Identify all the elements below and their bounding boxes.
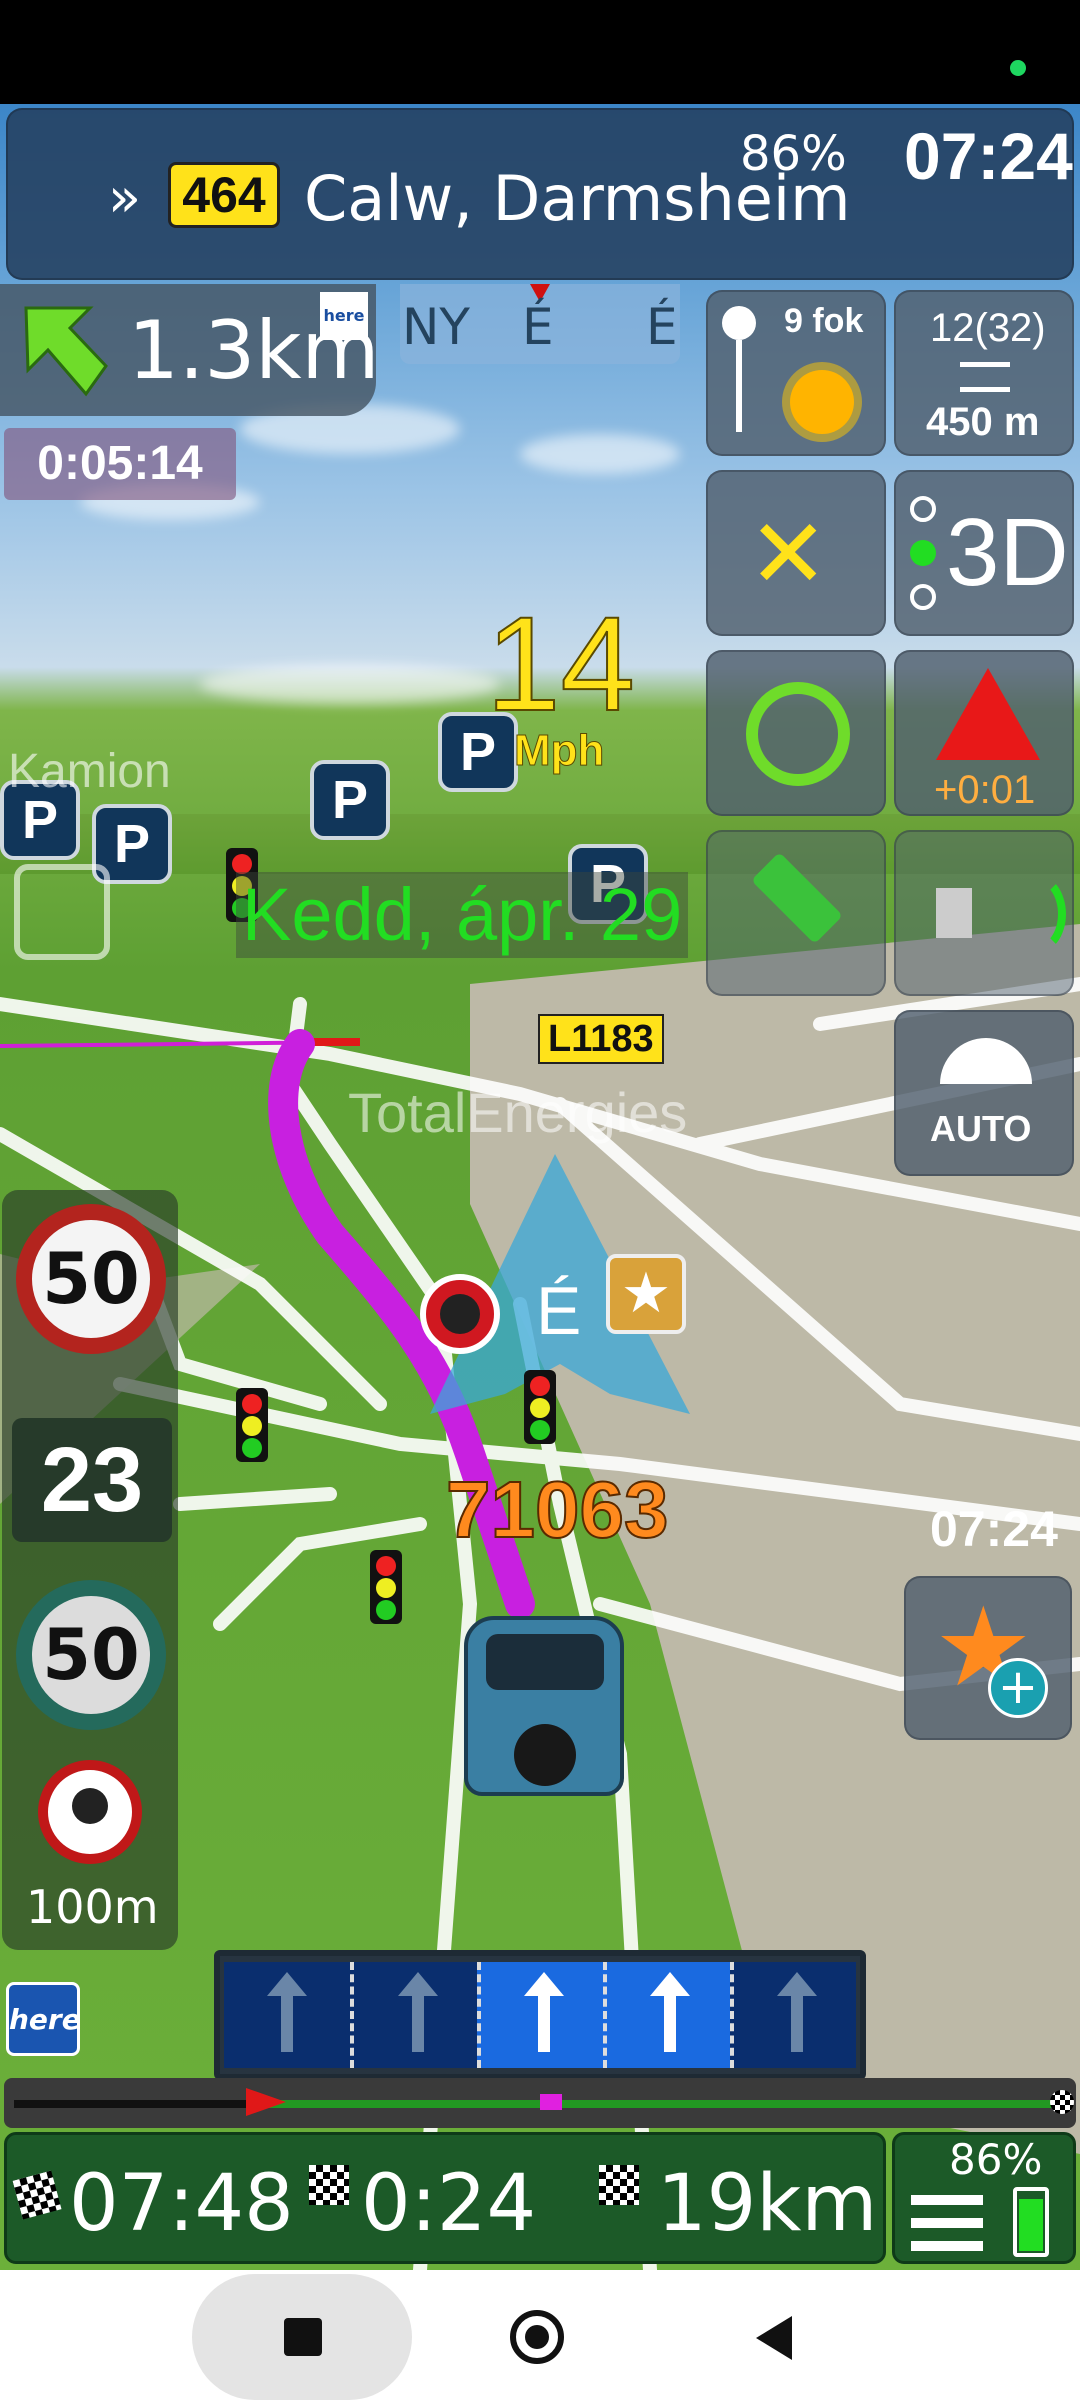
route-progress-bar[interactable]	[4, 2078, 1076, 2128]
heading-letter: É	[536, 1273, 582, 1349]
satellite-icon	[751, 852, 843, 944]
traffic-light-icon	[236, 1388, 268, 1462]
road-label: L1183	[538, 1014, 664, 1064]
eta-flag-icon	[12, 2170, 62, 2220]
fork-knife-icon: ✕	[748, 498, 829, 610]
lane-guidance	[214, 1950, 866, 2080]
house-number-label: 71063	[445, 1464, 669, 1555]
truck-icon	[14, 864, 110, 960]
progress-marker-icon	[246, 2088, 286, 2116]
add-favorite-button[interactable]: ★ +	[904, 1576, 1072, 1740]
hazard-report-button[interactable]: +0:01	[894, 650, 1074, 816]
clock: 07:24	[904, 119, 1073, 193]
square-icon	[284, 2318, 322, 2356]
double-chevron-icon: »	[108, 166, 142, 229]
notification-dot-icon	[1010, 60, 1026, 76]
system-navigation-bar	[0, 2270, 1080, 2400]
lane-4	[603, 1962, 730, 2068]
temperature: 9 fok	[784, 302, 864, 340]
lane-1	[224, 1962, 350, 2068]
truck-label: Kamion	[8, 745, 171, 798]
turn-left-lane-arrow-icon	[281, 1988, 294, 2052]
vehicle-position-icon	[464, 1616, 624, 1796]
sun-icon	[790, 370, 854, 434]
turn-instruction-panel[interactable]: 1.3km here	[0, 284, 379, 416]
battery-panel: 86%	[892, 2132, 1076, 2264]
status-bar	[0, 0, 1080, 104]
date-label: Kedd, ápr. 29	[236, 872, 689, 958]
volume-button[interactable]	[894, 830, 1074, 996]
plus-icon: +	[988, 1658, 1048, 1718]
brightness-auto-button[interactable]: AUTO	[894, 1010, 1074, 1176]
map-clock: 07:24	[930, 1501, 1058, 1557]
battery-percent: 86%	[740, 126, 847, 182]
speed-camera-marker[interactable]	[420, 1274, 500, 1354]
next-street-header[interactable]: » 464 Calw, Darmsheim 86% 07:24	[6, 108, 1074, 280]
speed-limit-sign: 50	[16, 1204, 166, 1354]
home-button[interactable]	[510, 2310, 564, 2364]
menu-icon[interactable]	[911, 2195, 983, 2251]
eta-time: 07:48	[69, 2159, 294, 2249]
compass-label: NY	[402, 298, 470, 356]
speed-camera-icon	[38, 1760, 142, 1864]
sunrise-icon	[940, 1038, 1032, 1084]
hazard-delay: +0:01	[934, 768, 1036, 812]
brightness-label: AUTO	[930, 1108, 1032, 1149]
parking-marker[interactable]: P	[310, 760, 390, 840]
finish-flag-icon	[1050, 2090, 1074, 2114]
camera-distance: 100m	[26, 1880, 159, 1934]
favorite-star-marker[interactable]: ★	[606, 1254, 686, 1334]
provider-badge: here	[320, 292, 368, 340]
bottom-battery-percent: 86%	[949, 2135, 1043, 2184]
distance-flag-icon	[599, 2165, 639, 2205]
weather-tile[interactable]: 9 fok	[706, 290, 886, 456]
traffic-light-icon	[524, 1370, 556, 1444]
view-mode-indicator-icon	[910, 496, 936, 522]
satellite-status-tile[interactable]: 12(32) 450 m	[894, 290, 1074, 456]
elapsed-time: 0:05:14	[4, 428, 236, 500]
speaker-icon	[936, 888, 972, 938]
view-mode-label: 3D	[946, 499, 1069, 606]
compass-label: É	[646, 298, 678, 356]
lane-5	[729, 1962, 856, 2068]
lane-2	[350, 1962, 476, 2068]
restaurant-poi-button[interactable]: ✕	[706, 470, 886, 636]
current-speed-box: 23	[12, 1418, 172, 1542]
route-number-badge: 464	[168, 162, 280, 228]
current-speed: 14	[485, 590, 636, 739]
altitude: 450 m	[926, 400, 1040, 444]
speed-info-panel: 50 23 50 100m	[2, 1190, 178, 1950]
turn-left-arrow-icon	[24, 306, 108, 397]
trip-info-bar[interactable]: 07:48 0:24 19km	[4, 2132, 886, 2264]
steering-wheel-icon	[746, 682, 850, 786]
here-logo: here	[6, 1982, 81, 2056]
recents-button[interactable]	[192, 2274, 412, 2400]
driving-mode-button[interactable]	[706, 650, 886, 816]
view-mode-button[interactable]: 3D	[894, 470, 1074, 636]
straight-lane-arrow-icon	[537, 1988, 550, 2052]
warning-triangle-icon	[936, 668, 1040, 760]
speed-unit: Mph	[513, 726, 605, 776]
traffic-light-icon	[370, 1550, 402, 1624]
compass-label: É	[522, 298, 554, 356]
waypoint-marker	[540, 2094, 562, 2110]
north-arrow-icon	[722, 306, 756, 340]
gps-satellite-button[interactable]	[706, 830, 886, 996]
turn-left-lane-arrow-icon	[411, 1988, 424, 2052]
back-button[interactable]	[756, 2316, 792, 2360]
lane-3	[476, 1962, 604, 2068]
battery-icon	[1013, 2187, 1049, 2257]
remaining-distance: 19km	[657, 2159, 878, 2249]
timer-flag-icon	[309, 2165, 349, 2205]
satellite-count: 12(32)	[930, 306, 1046, 350]
speed-limit-sign: 50	[16, 1580, 166, 1730]
compass-strip: NY É É	[400, 284, 680, 364]
straight-lane-arrow-icon	[664, 1988, 677, 2052]
turn-right-lane-arrow-icon	[790, 1988, 803, 2052]
remaining-time: 0:24	[361, 2159, 537, 2249]
list-icon	[960, 362, 1010, 392]
poi-label: TotalEnergies	[348, 1081, 688, 1144]
